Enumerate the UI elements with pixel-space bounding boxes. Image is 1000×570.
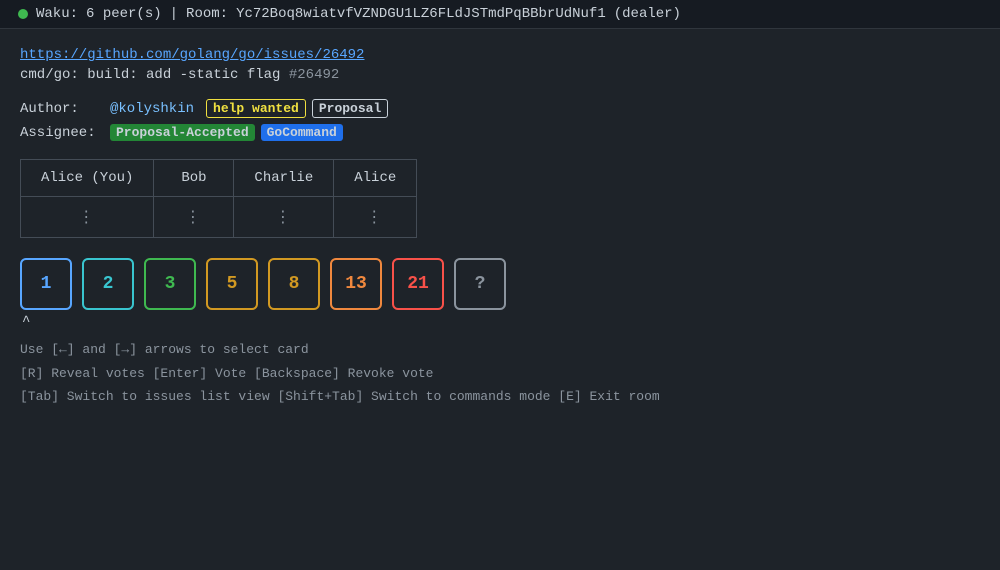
caret-indicator: ^ — [22, 314, 30, 330]
issue-title: cmd/go: build: add -static flag #26492 — [20, 67, 980, 83]
author-label: Author: — [20, 101, 110, 117]
topbar: Waku: 6 peer(s) | Room: Yc72Boq8wiatvfVZ… — [0, 0, 1000, 29]
tag-help-wanted: help wanted — [206, 99, 306, 118]
role: (dealer) — [614, 6, 681, 22]
assignee-row: Assignee: Proposal-Accepted GoCommand — [20, 124, 980, 141]
card-1[interactable]: 1 — [20, 258, 72, 310]
tag-proposal-accepted: Proposal-Accepted — [110, 124, 255, 141]
card-21[interactable]: 21 — [392, 258, 444, 310]
status-dot — [18, 9, 28, 19]
help-nav-text: [Tab] Switch to issues list view [Shift+… — [20, 389, 660, 404]
help-line-1: Use [←] and [→] arrows to select card — [20, 340, 980, 360]
vote-bob: ⋮ — [154, 197, 234, 238]
issue-link-container: https://github.com/golang/go/issues/2649… — [20, 47, 980, 63]
help-arrows-text: Use [←] and [→] arrows to select card — [20, 342, 309, 357]
main-content: https://github.com/golang/go/issues/2649… — [0, 29, 1000, 419]
meta-section: Author: @kolyshkin help wanted Proposal … — [20, 99, 980, 141]
peer-count: 6 peer(s) — [86, 6, 162, 22]
tag-gocommand: GoCommand — [261, 124, 343, 141]
separator: | — [170, 6, 178, 22]
help-section: Use [←] and [→] arrows to select card [R… — [20, 340, 980, 407]
help-line-2: [R] Reveal votes [Enter] Vote [Backspace… — [20, 364, 980, 384]
card-13[interactable]: 13 — [330, 258, 382, 310]
card-8[interactable]: 8 — [268, 258, 320, 310]
assignee-label: Assignee: — [20, 125, 110, 141]
vote-alice-you: ⋮ — [21, 197, 154, 238]
issue-link[interactable]: https://github.com/golang/go/issues/2649… — [20, 47, 364, 63]
cards-section: 1 2 3 5 8 13 21 ? ^ — [20, 258, 980, 330]
caret-row: ^ — [20, 314, 980, 330]
room-id: Yc72Boq8wiatvfVZNDGU1LZ6FLdJSTmdPqBBbrUd… — [236, 6, 606, 22]
author-row: Author: @kolyshkin help wanted Proposal — [20, 99, 980, 118]
app-name: Waku: — [36, 6, 78, 22]
author-value: @kolyshkin — [110, 101, 194, 117]
tag-proposal: Proposal — [312, 99, 388, 118]
vote-charlie: ⋮ — [234, 197, 334, 238]
voters-vote-row: ⋮ ⋮ ⋮ ⋮ — [21, 197, 417, 238]
help-line-3: [Tab] Switch to issues list view [Shift+… — [20, 387, 980, 407]
issue-title-text: cmd/go: build: add -static flag — [20, 67, 280, 83]
card-3[interactable]: 3 — [144, 258, 196, 310]
voter-header-charlie: Charlie — [234, 160, 334, 197]
voters-header-row: Alice (You) Bob Charlie Alice — [21, 160, 417, 197]
card-5[interactable]: 5 — [206, 258, 258, 310]
voter-header-bob: Bob — [154, 160, 234, 197]
cards-row: 1 2 3 5 8 13 21 ? — [20, 258, 980, 310]
card-question[interactable]: ? — [454, 258, 506, 310]
voter-header-alice: Alice — [334, 160, 417, 197]
voters-table: Alice (You) Bob Charlie Alice ⋮ ⋮ ⋮ ⋮ — [20, 159, 417, 238]
room-label: Room: — [186, 6, 228, 22]
card-2[interactable]: 2 — [82, 258, 134, 310]
voter-header-alice-you: Alice (You) — [21, 160, 154, 197]
vote-alice: ⋮ — [334, 197, 417, 238]
help-actions-text: [R] Reveal votes [Enter] Vote [Backspace… — [20, 366, 433, 381]
issue-number: #26492 — [289, 67, 339, 83]
